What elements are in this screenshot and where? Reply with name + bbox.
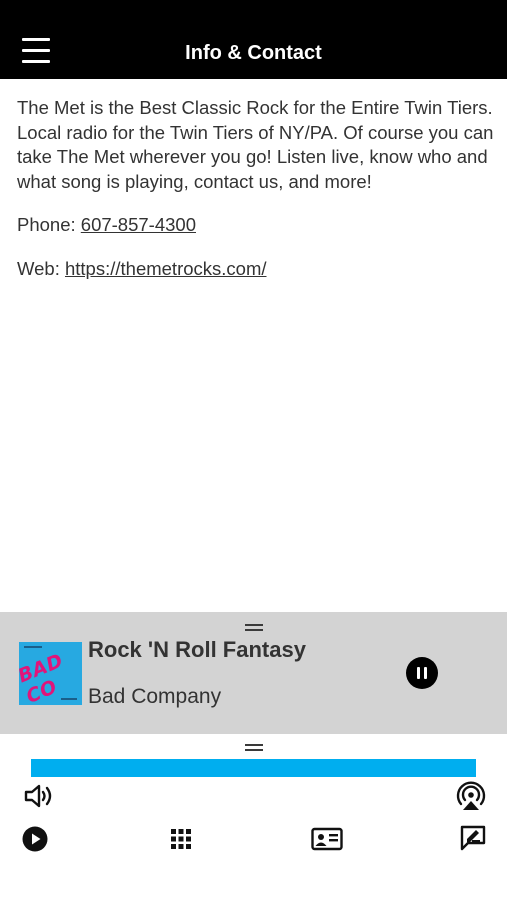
phone-link[interactable]: 607-857-4300 — [81, 214, 196, 235]
album-art-logo: BAD CO — [19, 649, 67, 705]
track-artist: Bad Company — [88, 685, 222, 708]
web-row: Web: https://themetrocks.com/ — [17, 257, 495, 282]
web-label: Web: — [17, 257, 65, 279]
top-app-bar: Info & Contact — [0, 0, 507, 79]
track-title: Rock 'N Roll Fantasy — [88, 637, 306, 662]
stream-progress-bar[interactable] — [31, 759, 476, 777]
player-controls — [0, 734, 507, 900]
album-art: BAD CO — [19, 642, 82, 705]
page-title: Info & Contact — [185, 42, 322, 64]
info-content: The Met is the Best Classic Rock for the… — [17, 96, 495, 300]
phone-label: Phone: — [17, 214, 81, 235]
contact-card-icon[interactable] — [311, 826, 343, 852]
station-description: The Met is the Best Classic Rock for the… — [17, 97, 494, 192]
grid-icon[interactable] — [170, 828, 192, 850]
phone-row: Phone: 607-857-4300 — [17, 213, 495, 238]
pause-icon[interactable] — [406, 657, 438, 689]
play-icon[interactable] — [22, 826, 48, 852]
web-link[interactable]: https://themetrocks.com/ — [65, 258, 267, 279]
feedback-icon[interactable] — [459, 824, 487, 852]
player-drag-handle-icon[interactable] — [245, 744, 263, 752]
drag-handle-icon[interactable] — [245, 624, 263, 632]
volume-icon[interactable] — [23, 782, 55, 810]
now-playing-panel[interactable]: BAD CO Rock 'N Roll Fantasy Bad Company — [0, 612, 507, 734]
airplay-icon[interactable] — [454, 780, 488, 812]
